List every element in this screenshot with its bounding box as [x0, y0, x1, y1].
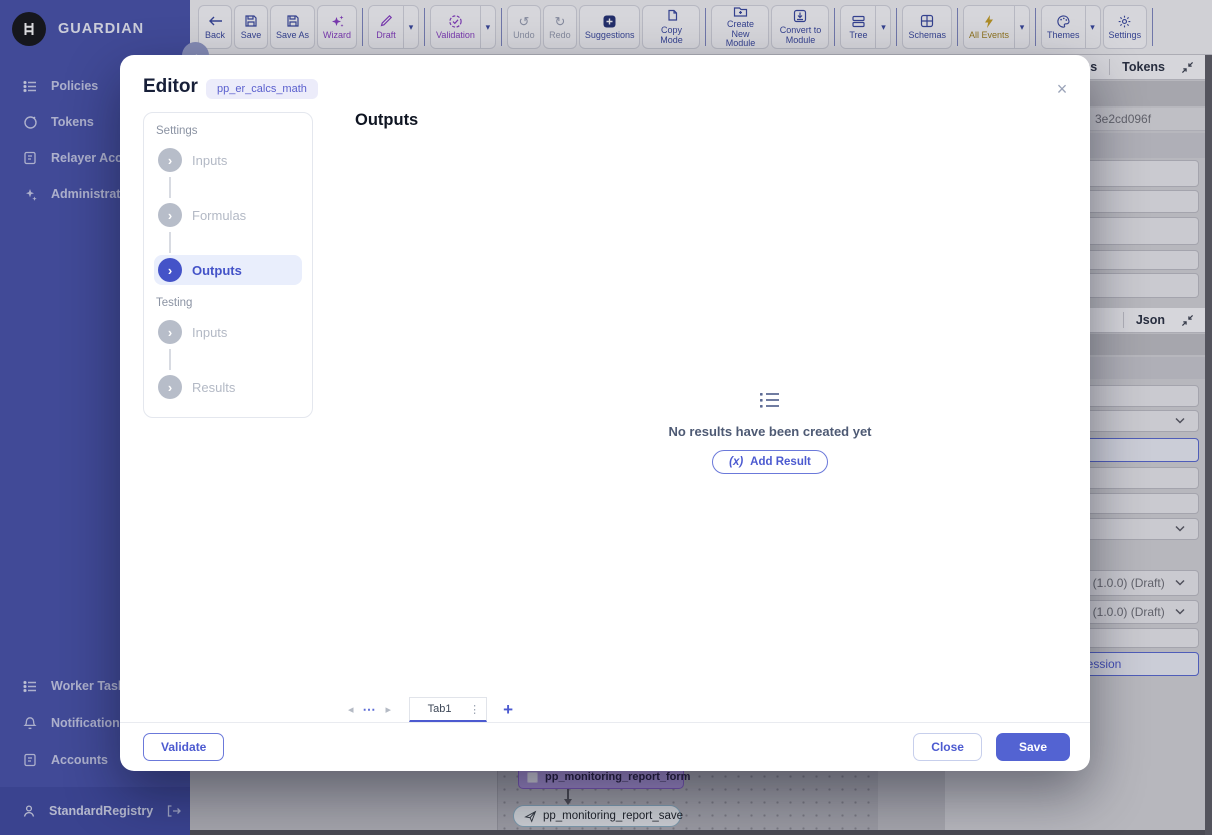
stepper-panel: Settings › Inputs › Formulas › Outputs T… [143, 112, 313, 418]
step-chevron-icon: › [158, 375, 182, 399]
validate-button[interactable]: Validate [143, 733, 225, 761]
add-tab-button[interactable]: + [503, 700, 513, 720]
add-result-button[interactable]: (x) Add Result [712, 450, 828, 474]
tabs-scroll-left-icon[interactable]: ◂ [344, 703, 358, 716]
step-settings-formulas[interactable]: › Formulas [154, 200, 302, 230]
step-chevron-icon: › [158, 320, 182, 344]
modal-footer: Validate Close Save [143, 733, 1070, 761]
stepper-section-testing: Testing [156, 297, 193, 309]
list-empty-icon [759, 391, 781, 409]
policy-name-badge: pp_er_calcs_math [206, 79, 318, 99]
step-settings-inputs[interactable]: › Inputs [154, 145, 302, 175]
content-heading: Outputs [355, 111, 419, 129]
editor-modal: Editor pp_er_calcs_math × Settings › Inp… [120, 55, 1090, 771]
stepper-connector [169, 349, 171, 370]
step-chevron-icon: › [158, 148, 182, 172]
empty-state: No results have been created yet (x) Add… [470, 391, 1070, 474]
tab-menu-icon[interactable]: ⋮ [469, 703, 480, 716]
tab-tab1[interactable]: Tab1 ⋮ [409, 697, 488, 722]
result-tabs-bar: ◂ ⋯ ▸ Tab1 ⋮ + [344, 697, 513, 722]
save-modal-button[interactable]: Save [995, 733, 1070, 761]
step-testing-inputs[interactable]: › Inputs [154, 317, 302, 347]
empty-state-message: No results have been created yet [668, 424, 872, 439]
add-result-label: Add Result [750, 456, 811, 468]
stepper-section-settings: Settings [156, 125, 198, 137]
step-chevron-icon: › [158, 258, 182, 282]
close-icon[interactable]: × [1051, 78, 1073, 100]
step-chevron-icon: › [158, 203, 182, 227]
fx-prefix: (x) [729, 456, 744, 468]
close-button[interactable]: Close [913, 733, 982, 761]
step-testing-results[interactable]: › Results [154, 372, 302, 402]
stepper-connector [169, 232, 171, 253]
screen: GUARDIAN Policies Tokens Relayer Account… [0, 0, 1212, 835]
stepper-connector [169, 177, 171, 198]
tabs-scroll-right-icon[interactable]: ▸ [382, 703, 396, 716]
footer-divider [120, 722, 1090, 723]
tabs-overflow-icon[interactable]: ⋯ [358, 702, 382, 718]
step-settings-outputs[interactable]: › Outputs [154, 255, 302, 285]
modal-title: Editor [143, 76, 198, 97]
